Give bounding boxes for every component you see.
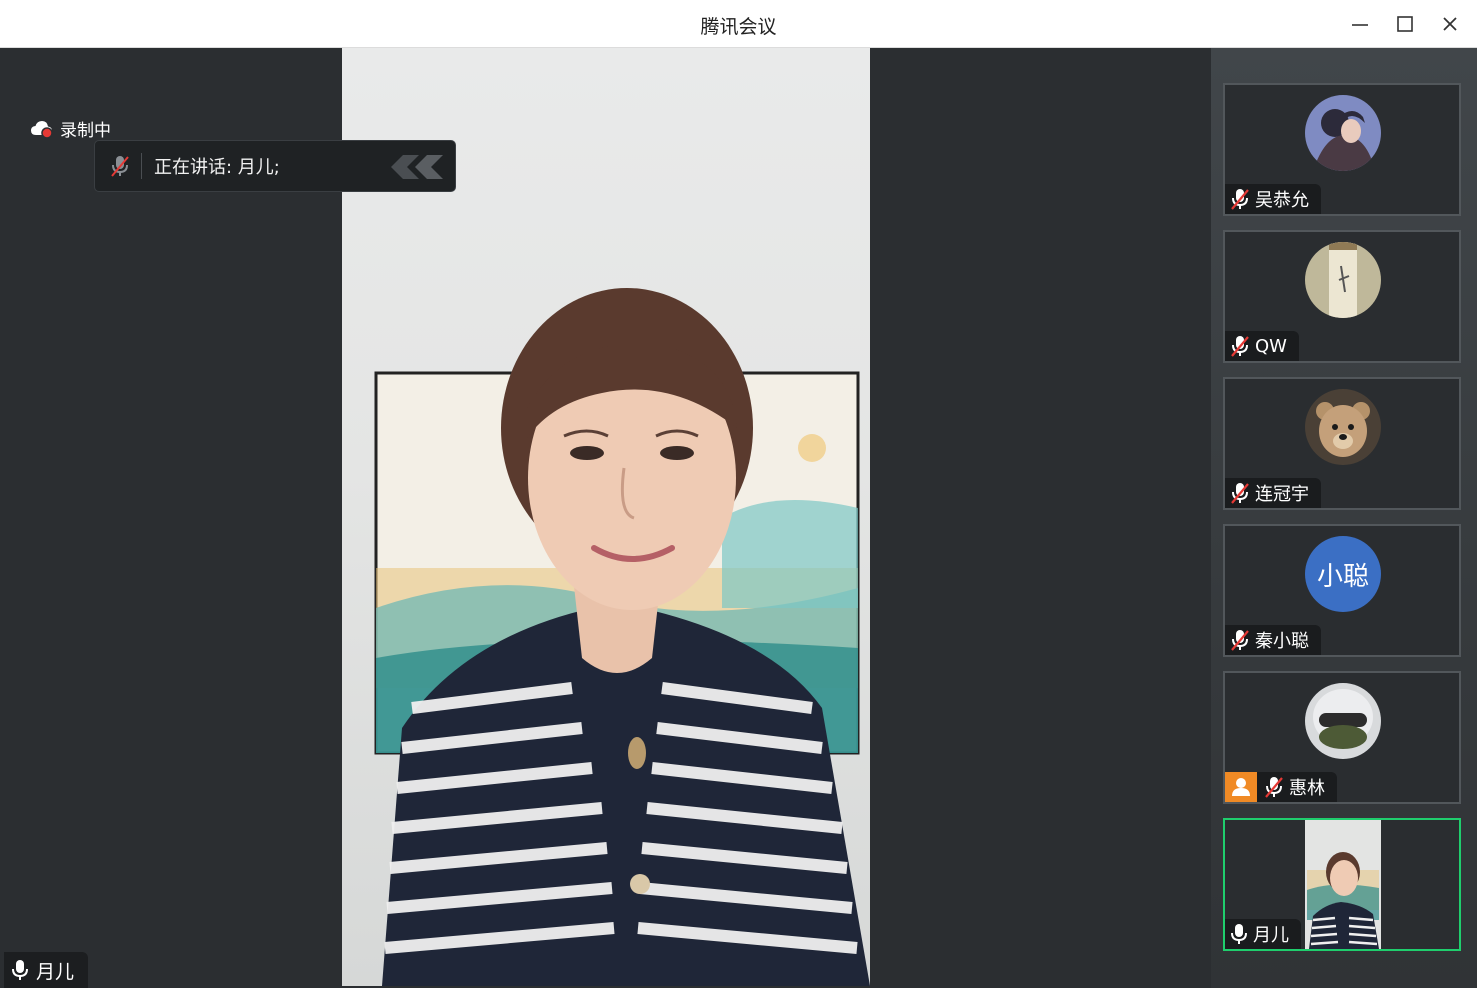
- close-icon: [1443, 17, 1457, 31]
- participant-avatar: [1305, 389, 1381, 465]
- participant-tile[interactable]: 惠林: [1223, 671, 1461, 804]
- title-bar: 腾讯会议: [0, 0, 1477, 48]
- speaking-label: 正在讲话: 月儿;: [154, 157, 280, 178]
- participant-name-tag: 月儿: [1225, 919, 1301, 949]
- window-title: 腾讯会议: [700, 16, 777, 38]
- recording-label: 录制中: [60, 121, 111, 141]
- participant-name-tag: 秦小聪: [1225, 625, 1321, 655]
- participant-name: 月儿: [1253, 925, 1289, 946]
- minimize-icon: [1352, 24, 1368, 26]
- participant-avatar: [1305, 683, 1381, 759]
- participant-name: QW: [1255, 335, 1287, 357]
- maximize-icon: [1397, 16, 1413, 32]
- divider: [141, 153, 142, 179]
- speaker-waveform-icon: [391, 153, 447, 185]
- muted-microphone-icon: [1229, 481, 1251, 505]
- participant-tile[interactable]: 连冠宇: [1223, 377, 1461, 510]
- muted-microphone-icon: [1229, 187, 1251, 211]
- participant-tile[interactable]: 吴恭允: [1223, 83, 1461, 216]
- participant-video-thumbnail: [1305, 820, 1381, 949]
- participant-avatar: [1305, 95, 1381, 171]
- microphone-icon: [1229, 922, 1249, 946]
- participant-tile[interactable]: QW: [1223, 230, 1461, 363]
- participant-name: 秦小聪: [1255, 631, 1309, 652]
- self-name-tag: 月儿: [4, 952, 89, 988]
- participant-tile-active[interactable]: 月儿: [1223, 818, 1461, 951]
- participant-name-tag: QW: [1225, 331, 1299, 361]
- microphone-icon: [10, 958, 30, 982]
- speaking-indicator: 正在讲话: 月儿;: [94, 140, 456, 192]
- self-name: 月儿: [36, 960, 75, 983]
- participant-sidebar: 吴恭允 QW 连冠宇 小聪 秦小聪 惠林 月儿: [1211, 48, 1477, 988]
- recording-indicator[interactable]: 录制中: [30, 116, 111, 141]
- close-button[interactable]: [1436, 10, 1464, 38]
- cloud-recording-icon: [30, 119, 54, 139]
- host-badge: [1225, 772, 1257, 802]
- participant-name: 连冠宇: [1255, 484, 1309, 505]
- participant-name-tag: 吴恭允: [1225, 184, 1321, 214]
- muted-microphone-icon: [1263, 775, 1285, 799]
- minimize-button[interactable]: [1346, 10, 1374, 38]
- muted-microphone-icon: [109, 154, 131, 178]
- host-user-icon: [1232, 778, 1250, 796]
- muted-microphone-icon: [1229, 334, 1251, 358]
- muted-microphone-icon: [1229, 628, 1251, 652]
- participant-name: 吴恭允: [1255, 190, 1309, 211]
- maximize-button[interactable]: [1391, 10, 1419, 38]
- participant-name: 惠林: [1289, 778, 1325, 799]
- main-video-area[interactable]: 录制中 正在讲话: 月儿; 月儿: [2, 48, 1211, 988]
- participant-avatar-text: 小聪: [1305, 536, 1381, 612]
- participant-avatar: [1305, 242, 1381, 318]
- participant-name-tag: 惠林: [1225, 772, 1337, 802]
- participant-tile[interactable]: 小聪 秦小聪: [1223, 524, 1461, 657]
- participant-name-tag: 连冠宇: [1225, 478, 1321, 508]
